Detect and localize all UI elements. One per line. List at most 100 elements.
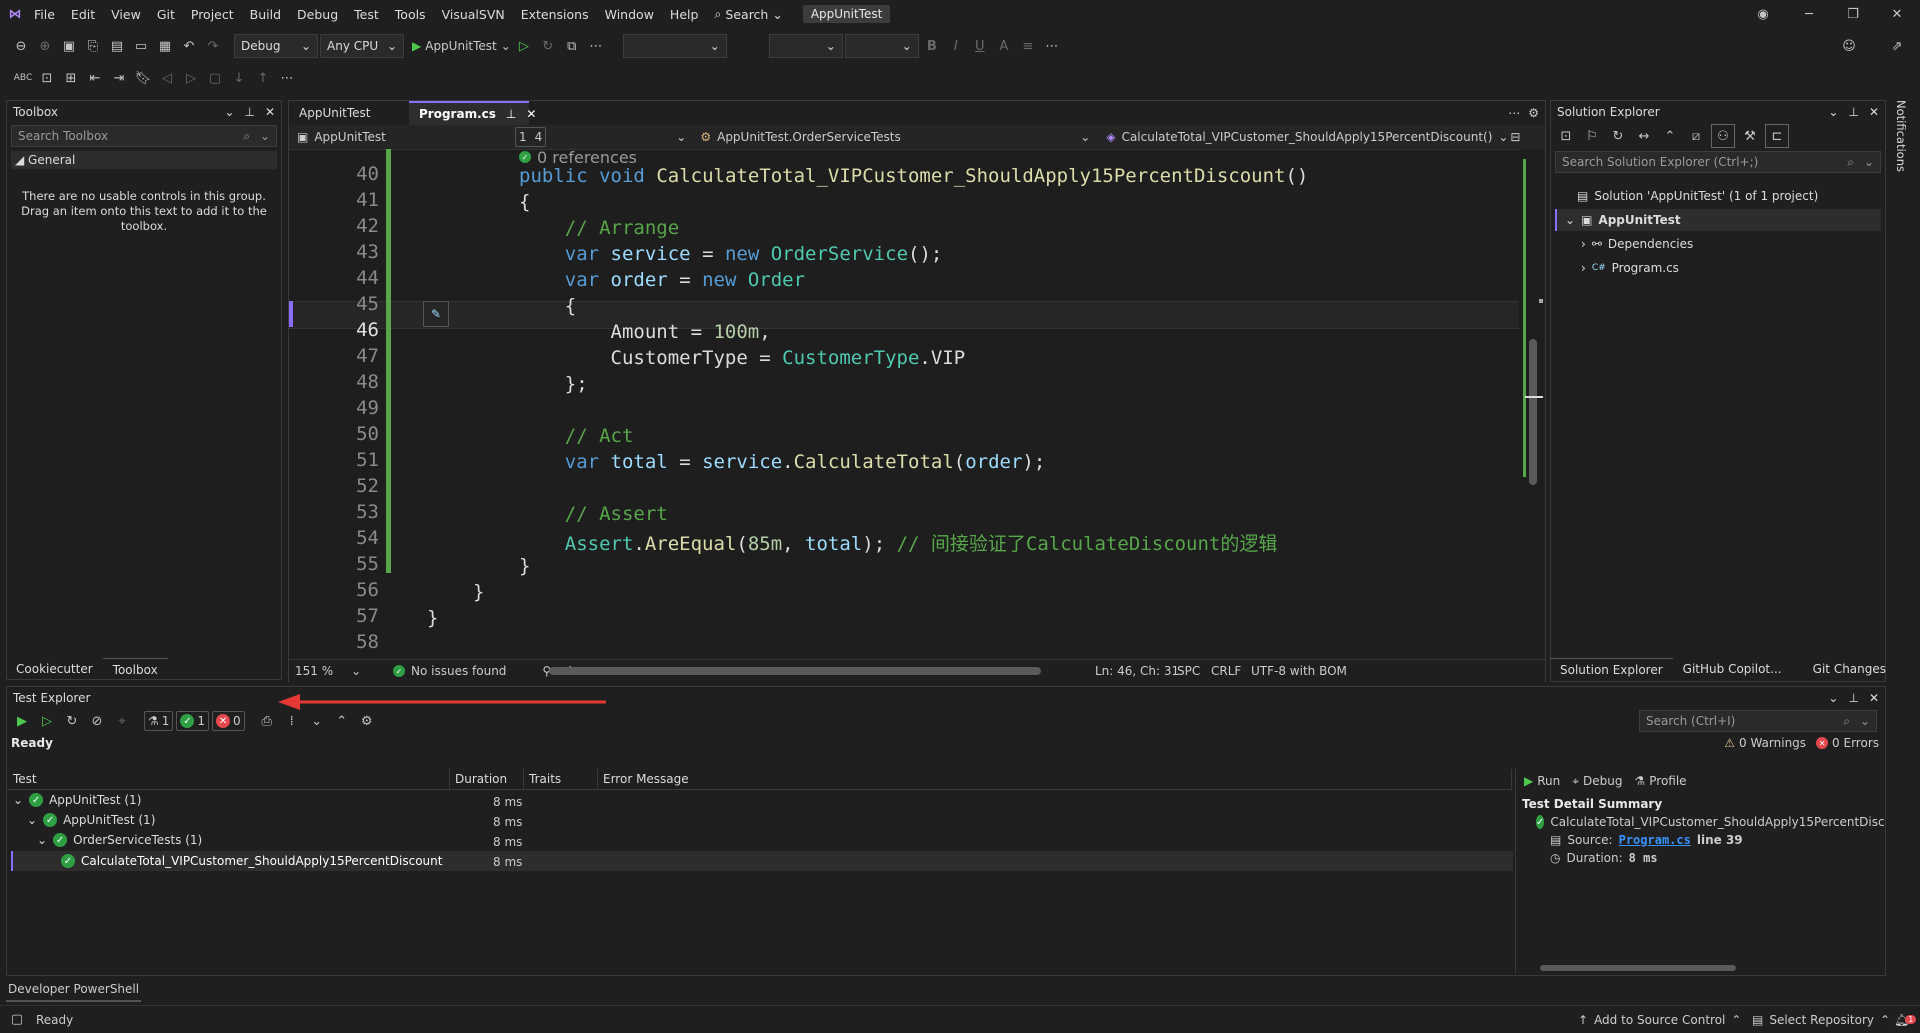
pin-icon[interactable]: ⊥ bbox=[244, 105, 254, 119]
font-name-dropdown[interactable]: ⌄ bbox=[622, 34, 727, 58]
menu-view[interactable]: View bbox=[103, 7, 149, 22]
total-tests-badge[interactable]: ⚗ 1 bbox=[144, 711, 174, 731]
tab-program-cs[interactable]: Program.cs ⊥ ✕ bbox=[409, 101, 536, 125]
pin-icon[interactable]: ⊥ bbox=[506, 107, 516, 121]
menu-git[interactable]: Git bbox=[149, 7, 183, 22]
browse-icon[interactable]: ⧉ bbox=[561, 35, 583, 57]
menu-search[interactable]: ⌕ Search ⌄ bbox=[706, 6, 790, 22]
hot-reload-icon[interactable]: ↻ bbox=[537, 35, 559, 57]
more-icon[interactable]: ⋯ bbox=[1041, 35, 1063, 57]
font-size-dropdown[interactable]: ⌄ bbox=[768, 34, 843, 58]
dock-icon[interactable]: ⊏ bbox=[1765, 124, 1789, 148]
add-to-source-control-button[interactable]: ↑ Add to Source Control ⌃ bbox=[1578, 1013, 1741, 1027]
start-debug-button[interactable]: ▶ AppUnitTest ⌄ bbox=[412, 39, 511, 53]
split-icon[interactable]: ⊟ bbox=[1510, 130, 1520, 144]
zoom-dropdown[interactable]: 151 % ⌄ bbox=[289, 664, 363, 678]
comment-icon[interactable]: ↓ bbox=[228, 67, 250, 89]
menu-build[interactable]: Build bbox=[242, 7, 289, 22]
restore-icon[interactable]: ❐ bbox=[1842, 3, 1864, 25]
debug-icon[interactable]: ⌖ bbox=[111, 710, 133, 732]
chevron-down-icon[interactable]: ⌄ bbox=[1565, 213, 1575, 227]
source-file-link[interactable]: Program.cs bbox=[1619, 833, 1691, 847]
more-icon[interactable]: ⋯ bbox=[1508, 106, 1520, 120]
preview-icon[interactable]: ⚇ bbox=[1711, 124, 1735, 148]
run-icon[interactable]: ▷ bbox=[36, 710, 58, 732]
align-icon[interactable]: ≡ bbox=[1017, 35, 1039, 57]
cancel-run-icon[interactable]: ⊘ bbox=[86, 710, 108, 732]
chevron-down-icon[interactable]: ⌄ bbox=[224, 105, 234, 119]
chevron-down-icon[interactable]: ⌄ bbox=[27, 813, 37, 827]
tab-git-changes[interactable]: Git Changes bbox=[1803, 658, 1896, 680]
filter-icon[interactable]: ⧄ bbox=[1685, 125, 1707, 147]
add-item-icon[interactable]: ⎘ bbox=[82, 35, 104, 57]
close-window-icon[interactable]: ✕ bbox=[1886, 3, 1908, 25]
show-all-files-icon[interactable]: ⌃ bbox=[1659, 125, 1681, 147]
horizontal-scrollbar[interactable] bbox=[549, 667, 1109, 675]
menu-visualsvn[interactable]: VisualSVN bbox=[434, 7, 513, 22]
minimize-icon[interactable]: ─ bbox=[1798, 3, 1820, 25]
detail-profile-button[interactable]: ⚗ Profile bbox=[1634, 774, 1686, 788]
cursor-position[interactable]: Ln: 46, Ch: 31 bbox=[1095, 664, 1179, 678]
column-test[interactable]: Test bbox=[7, 769, 450, 789]
pending-changes-icon[interactable]: ⚐ bbox=[1581, 125, 1603, 147]
warnings-count[interactable]: ⚠ 0 Warnings bbox=[1724, 736, 1806, 750]
tab-solution-explorer[interactable]: Solution Explorer bbox=[1550, 657, 1673, 681]
undo-icon[interactable]: ↶ bbox=[178, 35, 200, 57]
menu-window[interactable]: Window bbox=[597, 7, 662, 22]
menu-debug[interactable]: Debug bbox=[289, 7, 346, 22]
sync-icon[interactable]: ↻ bbox=[1607, 125, 1629, 147]
menu-help[interactable]: Help bbox=[662, 7, 707, 22]
scroll-thumb[interactable] bbox=[1529, 339, 1537, 485]
test-row[interactable]: ⌄ ✓ OrderServiceTests (1) bbox=[37, 833, 202, 847]
chevron-down-icon[interactable]: ⌄ bbox=[13, 793, 23, 807]
parameter-info-icon[interactable]: ⊞ bbox=[60, 67, 82, 89]
issues-indicator[interactable]: ✓ No issues found bbox=[393, 664, 506, 678]
menu-file[interactable]: File bbox=[26, 7, 63, 22]
chevron-down-icon[interactable]: ⌄ bbox=[676, 130, 686, 144]
prev-bookmark-icon[interactable]: ◁ bbox=[156, 67, 178, 89]
detail-debug-button[interactable]: ⌖ Debug bbox=[1572, 774, 1622, 789]
configuration-dropdown[interactable]: Debug ⌄ bbox=[234, 34, 318, 58]
save-all-icon[interactable]: ▦ bbox=[154, 35, 176, 57]
menu-tools[interactable]: Tools bbox=[387, 7, 434, 22]
bookmark-icon[interactable]: 🔖︎ bbox=[132, 67, 154, 89]
detail-horizontal-scroll-thumb[interactable] bbox=[1540, 965, 1736, 971]
detail-run-button[interactable]: ▶ Run bbox=[1524, 774, 1560, 788]
output-icon[interactable]: ▢ bbox=[6, 1009, 28, 1031]
errors-count[interactable]: ✕ 0 Errors bbox=[1816, 736, 1879, 750]
lightbulb-icon[interactable]: ✎ bbox=[423, 301, 449, 327]
outdent-icon[interactable]: ⇤ bbox=[84, 67, 106, 89]
tab-cookiecutter[interactable]: Cookiecutter bbox=[6, 658, 103, 680]
close-icon[interactable]: ✕ bbox=[1869, 691, 1879, 705]
toolbox-search-input[interactable]: Search Toolbox ⌕ ⌄ bbox=[11, 125, 277, 147]
tab-appunittest[interactable]: AppUnitTest bbox=[289, 102, 409, 124]
chevron-down-icon[interactable]: ⌄ bbox=[1828, 105, 1838, 119]
close-icon[interactable]: ✕ bbox=[1869, 105, 1879, 119]
menu-project[interactable]: Project bbox=[183, 7, 242, 22]
menu-edit[interactable]: Edit bbox=[63, 7, 103, 22]
encoding-indicator[interactable]: UTF-8 with BOM bbox=[1251, 664, 1347, 678]
chevron-down-icon[interactable]: ⌄ bbox=[1860, 714, 1870, 728]
nav-project-dropdown[interactable]: ▣ AppUnitTest bbox=[289, 130, 515, 144]
nav-class-dropdown[interactable]: ⚙ AppUnitTest.OrderServiceTests ⌄ bbox=[686, 130, 1100, 144]
more-icon[interactable]: ⋯ bbox=[585, 35, 607, 57]
run-all-icon[interactable]: ▶ bbox=[11, 710, 33, 732]
next-bookmark-icon[interactable]: ▷ bbox=[180, 67, 202, 89]
solution-node[interactable]: ▤ Solution 'AppUnitTest' (1 of 1 project… bbox=[1577, 189, 1818, 203]
test-row[interactable]: ⌄ ✓ AppUnitTest (1) bbox=[27, 813, 155, 827]
nav-counter[interactable]: 1 4 bbox=[515, 127, 547, 147]
failed-tests-badge[interactable]: ✕ 0 bbox=[212, 711, 245, 731]
properties-icon[interactable]: ⚒ bbox=[1739, 125, 1761, 147]
indent-icon[interactable]: ⇥ bbox=[108, 67, 130, 89]
switch-views-icon[interactable]: ⊡ bbox=[1555, 125, 1577, 147]
tab-developer-powershell[interactable]: Developer PowerShell bbox=[6, 978, 142, 1002]
chevron-down-icon[interactable]: ⌄ bbox=[37, 833, 47, 847]
chevron-down-icon[interactable]: ⌄ bbox=[1828, 691, 1838, 705]
visual-studio-logo-icon[interactable]: ⋈ bbox=[4, 3, 26, 25]
copilot-icon[interactable]: ☺ bbox=[1838, 35, 1860, 57]
start-without-debug-icon[interactable]: ▷ bbox=[513, 35, 535, 57]
column-error-message[interactable]: Error Message bbox=[597, 769, 1512, 789]
tab-toolbox[interactable]: Toolbox bbox=[102, 657, 168, 681]
program-cs-node[interactable]: › C# Program.cs bbox=[1581, 261, 1679, 275]
chevron-down-icon[interactable]: ⌄ bbox=[260, 129, 270, 143]
